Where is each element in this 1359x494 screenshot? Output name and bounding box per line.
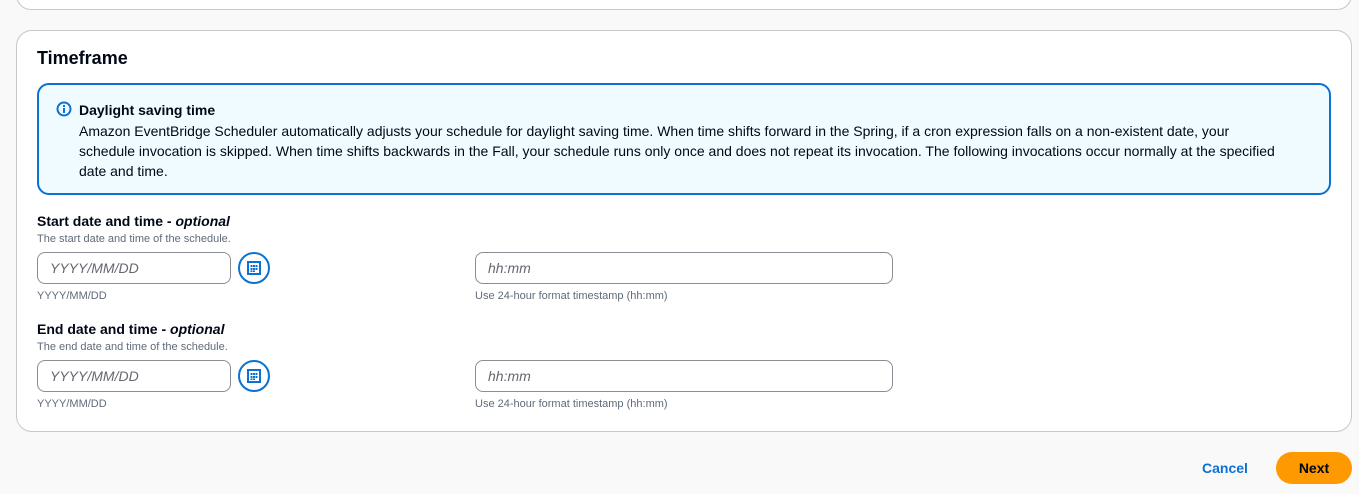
daylight-saving-alert: Daylight saving time Amazon EventBridge … — [37, 83, 1331, 195]
end-date-input[interactable] — [37, 360, 231, 392]
start-date-label-text: Start date and time — [37, 213, 164, 229]
cancel-button[interactable]: Cancel — [1197, 456, 1253, 480]
calendar-icon — [247, 369, 261, 383]
start-calendar-button[interactable] — [238, 252, 270, 284]
start-date-description: The start date and time of the schedule. — [37, 233, 231, 245]
start-time-hint: Use 24-hour format timestamp (hh:mm) — [475, 290, 668, 302]
end-date-label-separator: - — [157, 321, 171, 337]
end-time-hint: Use 24-hour format timestamp (hh:mm) — [475, 398, 668, 410]
alert-title: Daylight saving time — [79, 102, 216, 118]
end-time-input[interactable] — [475, 360, 893, 392]
previous-section-card — [16, 0, 1352, 10]
next-button[interactable]: Next — [1276, 452, 1352, 484]
end-date-label: End date and time - optional — [37, 321, 224, 337]
info-circle-icon — [56, 101, 72, 117]
end-date-label-text: End date and time — [37, 321, 158, 337]
start-date-input[interactable] — [37, 252, 231, 284]
start-date-label: Start date and time - optional — [37, 213, 230, 229]
start-time-input[interactable] — [475, 252, 893, 284]
timeframe-title: Timeframe — [37, 48, 128, 68]
timeframe-card: Timeframe Daylight saving time Amazon Ev… — [16, 30, 1352, 432]
end-date-hint: YYYY/MM/DD — [37, 398, 107, 410]
end-optional-tag: optional — [170, 321, 225, 337]
alert-body: Amazon EventBridge Scheduler automatical… — [79, 123, 1275, 179]
end-date-description: The end date and time of the schedule. — [37, 341, 228, 353]
end-calendar-button[interactable] — [238, 360, 270, 392]
start-optional-tag: optional — [175, 213, 230, 229]
start-date-label-separator: - — [163, 213, 176, 229]
calendar-icon — [247, 261, 261, 275]
start-date-hint: YYYY/MM/DD — [37, 290, 107, 302]
